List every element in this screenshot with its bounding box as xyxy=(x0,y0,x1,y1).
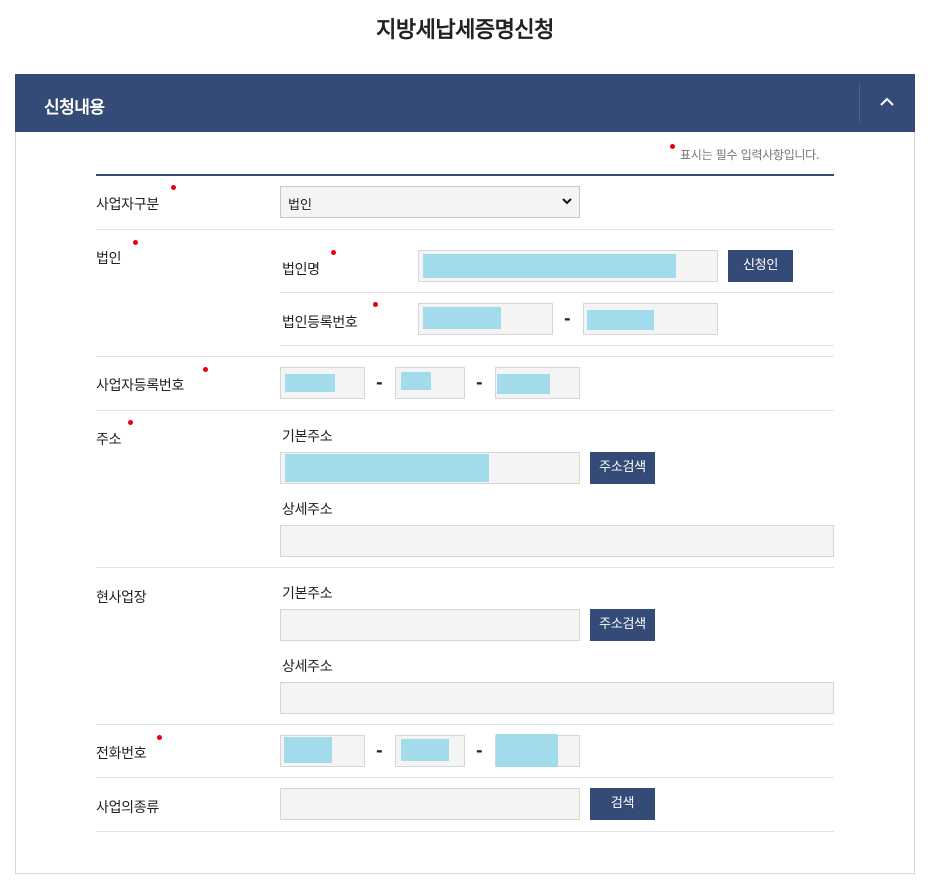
business-kind-label: 사업의종류 xyxy=(96,800,159,816)
required-dot-icon xyxy=(331,250,336,255)
phone-second-input[interactable] xyxy=(395,735,465,767)
corporation-name-input[interactable] xyxy=(418,250,718,282)
redacted-value xyxy=(496,734,558,767)
business-reg-no-third-input[interactable] xyxy=(495,367,580,399)
business-reg-no-second-input[interactable] xyxy=(395,367,465,399)
required-note: 표시는 필수 입력사항입니다. xyxy=(670,144,820,163)
phone-first-input[interactable] xyxy=(280,735,365,767)
corporation-reg-no-label: 법인등록번호 xyxy=(282,315,358,331)
required-dot-icon xyxy=(373,302,378,307)
separator-dash: - xyxy=(376,373,383,392)
corporation-reg-no-second-input[interactable] xyxy=(583,303,718,335)
corporation-label: 법인 xyxy=(96,251,122,267)
business-reg-no-first-input[interactable] xyxy=(280,367,365,399)
workplace-detail-input[interactable] xyxy=(280,682,834,714)
phone-third-input[interactable] xyxy=(495,734,580,767)
required-dot-icon xyxy=(157,735,162,740)
address-detail-input[interactable] xyxy=(280,525,834,557)
separator-dash: - xyxy=(476,741,483,760)
address-detail-label: 상세주소 xyxy=(282,502,333,518)
redacted-value xyxy=(587,310,654,330)
business-kind-input[interactable] xyxy=(280,788,580,820)
separator-dash: - xyxy=(564,309,571,328)
page-title: 지방세납세증명신청 xyxy=(376,18,554,43)
business-type-value: 법인 xyxy=(288,198,312,213)
row-divider xyxy=(96,410,834,411)
redacted-value xyxy=(285,374,335,392)
workplace-detail-label: 상세주소 xyxy=(282,659,333,675)
row-divider xyxy=(96,777,834,778)
redacted-value xyxy=(423,254,676,278)
separator-dash: - xyxy=(476,373,483,392)
collapse-button[interactable] xyxy=(860,74,915,132)
required-note-text: 표시는 필수 입력사항입니다. xyxy=(680,148,820,162)
workplace-basic-input[interactable] xyxy=(280,609,580,641)
row-divider xyxy=(96,567,834,568)
applicant-button[interactable]: 신청인 xyxy=(728,250,793,282)
address-basic-input[interactable] xyxy=(280,452,580,484)
form-top-rule xyxy=(96,174,834,176)
business-reg-no-label: 사업자등록번호 xyxy=(96,378,185,394)
redacted-value xyxy=(401,372,431,390)
row-divider xyxy=(96,724,834,725)
workplace-basic-label: 기본주소 xyxy=(282,586,333,602)
redacted-value xyxy=(497,374,550,394)
row-divider xyxy=(96,831,834,832)
separator-dash: - xyxy=(376,741,383,760)
business-kind-search-button[interactable]: 검색 xyxy=(590,788,655,820)
row-divider xyxy=(96,229,834,230)
business-type-select[interactable]: 법인 xyxy=(280,186,580,218)
corporation-name-label: 법인명 xyxy=(282,262,320,278)
workplace-search-button[interactable]: 주소검색 xyxy=(590,609,655,641)
phone-label: 전화번호 xyxy=(96,746,147,762)
business-type-label: 사업자구분 xyxy=(96,197,159,213)
redacted-value xyxy=(401,739,449,761)
redacted-value xyxy=(284,737,332,763)
required-dot-icon xyxy=(128,420,133,425)
address-label: 주소 xyxy=(96,432,122,448)
address-search-button[interactable]: 주소검색 xyxy=(590,452,655,484)
required-dot-icon xyxy=(670,144,675,149)
redacted-value xyxy=(285,454,489,482)
address-basic-label: 기본주소 xyxy=(282,429,333,445)
required-dot-icon xyxy=(133,240,138,245)
required-dot-icon xyxy=(203,367,208,372)
required-dot-icon xyxy=(171,185,176,190)
section-header: 신청내용 xyxy=(15,74,915,132)
section-title: 신청내용 xyxy=(44,98,105,118)
workplace-label: 현사업장 xyxy=(96,590,147,606)
chevron-down-icon xyxy=(562,198,572,205)
chevron-up-icon xyxy=(880,97,894,106)
row-divider xyxy=(280,292,834,293)
row-divider xyxy=(280,345,834,346)
redacted-value xyxy=(423,307,501,329)
corporation-reg-no-first-input[interactable] xyxy=(418,303,553,335)
row-divider xyxy=(96,356,834,357)
